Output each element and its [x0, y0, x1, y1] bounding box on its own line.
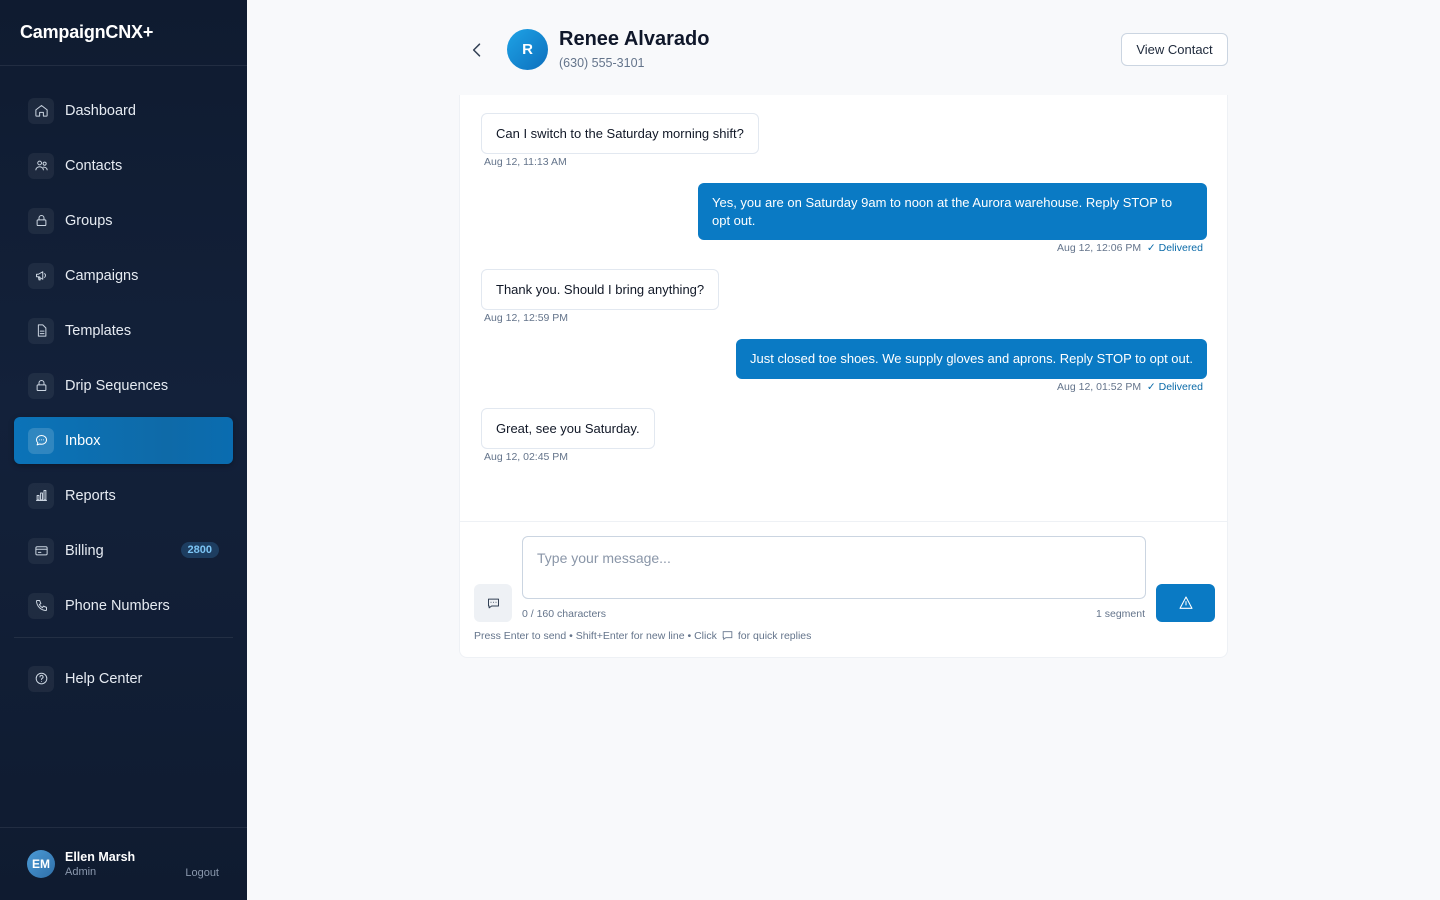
hint-text: for quick replies — [737, 629, 812, 642]
message-composer: 0 / 160 characters 1 segment Press Enter… — [460, 521, 1227, 657]
sidebar-item-label: Contacts — [65, 157, 123, 174]
inbound-message: Can I switch to the Saturday morning shi… — [481, 113, 759, 154]
sidebar-item-label: Drip Sequences — [65, 377, 169, 394]
lock-icon — [28, 207, 54, 234]
sidebar-item-label: Inbox — [65, 432, 101, 449]
sidebar-item-label: Templates — [65, 322, 132, 339]
message-meta: Aug 12, 12:06 PM ✓ Delivered — [1057, 242, 1203, 254]
sidebar-item-label: Reports — [65, 487, 116, 504]
user-info: Ellen Marsh Admin — [65, 850, 135, 878]
delivery-status: ✓ Delivered — [1146, 242, 1203, 254]
message-meta: Aug 12, 01:52 PM ✓ Delivered — [1057, 381, 1203, 393]
sidebar-item-label: Help Center — [65, 670, 143, 687]
message-thread: Can I switch to the Saturday morning shi… — [459, 95, 1228, 658]
sidebar-item-inbox[interactable]: Inbox — [14, 417, 233, 464]
outbound-message: Just closed toe shoes. We supply gloves … — [736, 339, 1207, 379]
sidebar-item-templates[interactable]: Templates — [14, 307, 233, 354]
bar-chart-icon — [28, 482, 54, 509]
credits-badge: 2800 — [180, 542, 219, 558]
sidebar-item-phone-numbers[interactable]: Phone Numbers — [14, 582, 233, 629]
nav-divider — [14, 637, 233, 638]
sidebar-item-label: Billing — [65, 542, 104, 559]
home-icon — [28, 97, 54, 124]
view-contact-button[interactable]: View Contact — [1121, 33, 1228, 66]
file-text-icon — [28, 317, 54, 344]
avatar[interactable]: EM — [27, 850, 55, 878]
sidebar: CampaignCNX+ Dashboard Contacts Groups C… — [0, 0, 247, 900]
sidebar-item-label: Groups — [65, 212, 113, 229]
inbound-message: Thank you. Should I bring anything? — [481, 269, 720, 310]
users-icon — [28, 152, 54, 179]
sidebar-item-groups[interactable]: Groups — [14, 197, 233, 244]
hint-text: Press Enter to send • Shift+Enter for ne… — [474, 629, 717, 642]
quick-reply-button[interactable] — [474, 584, 512, 622]
user-profile: EM Ellen Marsh Admin Logout — [0, 827, 247, 900]
send-button[interactable] — [1156, 584, 1215, 622]
inbound-message: Great, see you Saturday. — [481, 408, 655, 449]
help-circle-icon — [28, 665, 54, 692]
user-role: Admin — [65, 866, 97, 878]
logout-link[interactable]: Logout — [185, 867, 219, 879]
user-name: Ellen Marsh — [65, 850, 136, 864]
message-timestamp: Aug 12, 11:13 AM — [484, 156, 567, 168]
sidebar-item-label: Campaigns — [65, 267, 139, 284]
segment-count: 1 segment — [1096, 608, 1146, 620]
send-icon — [1178, 595, 1194, 611]
megaphone-icon — [28, 262, 54, 289]
message-timestamp: Aug 12, 01:52 PM — [1057, 381, 1142, 393]
message-timestamp: Aug 12, 12:06 PM — [1057, 242, 1142, 254]
delivery-status: ✓ Delivered — [1146, 381, 1203, 393]
phone-icon — [28, 592, 54, 619]
contact-avatar: R — [507, 29, 548, 70]
sidebar-item-billing[interactable]: Billing 2800 — [14, 527, 233, 574]
conversation-header: R Renee Alvarado (630) 555-3101 View Con… — [459, 28, 1228, 78]
outbound-message: Yes, you are on Saturday 9am to noon at … — [698, 183, 1207, 241]
contact-name: Renee Alvarado — [559, 28, 710, 50]
sidebar-item-help-center[interactable]: Help Center — [14, 655, 233, 702]
quick-reply-icon — [722, 631, 733, 641]
sidebar-item-campaigns[interactable]: Campaigns — [14, 252, 233, 299]
sidebar-nav: Dashboard Contacts Groups Campaigns Temp… — [0, 66, 247, 702]
sidebar-item-label: Dashboard — [65, 102, 136, 119]
message-input[interactable] — [522, 536, 1146, 599]
back-arrow-icon[interactable] — [467, 40, 487, 60]
sidebar-item-drip-sequences[interactable]: Drip Sequences — [14, 362, 233, 409]
contact-phone: (630) 555-3101 — [559, 56, 645, 70]
brand-logo[interactable]: CampaignCNX+ — [0, 0, 247, 66]
sidebar-item-reports[interactable]: Reports — [14, 472, 233, 519]
chat-bubble-icon — [28, 427, 54, 454]
composer-hint: Press Enter to send • Shift+Enter for ne… — [474, 629, 811, 642]
character-count: 0 / 160 characters — [522, 608, 607, 620]
sidebar-item-contacts[interactable]: Contacts — [14, 142, 233, 189]
lock-icon — [28, 372, 54, 399]
sidebar-item-label: Phone Numbers — [65, 597, 170, 614]
quick-reply-icon — [486, 596, 501, 611]
message-timestamp: Aug 12, 12:59 PM — [484, 312, 569, 324]
sidebar-item-dashboard[interactable]: Dashboard — [14, 87, 233, 134]
credit-card-icon — [28, 537, 54, 564]
message-timestamp: Aug 12, 02:45 PM — [484, 451, 569, 463]
